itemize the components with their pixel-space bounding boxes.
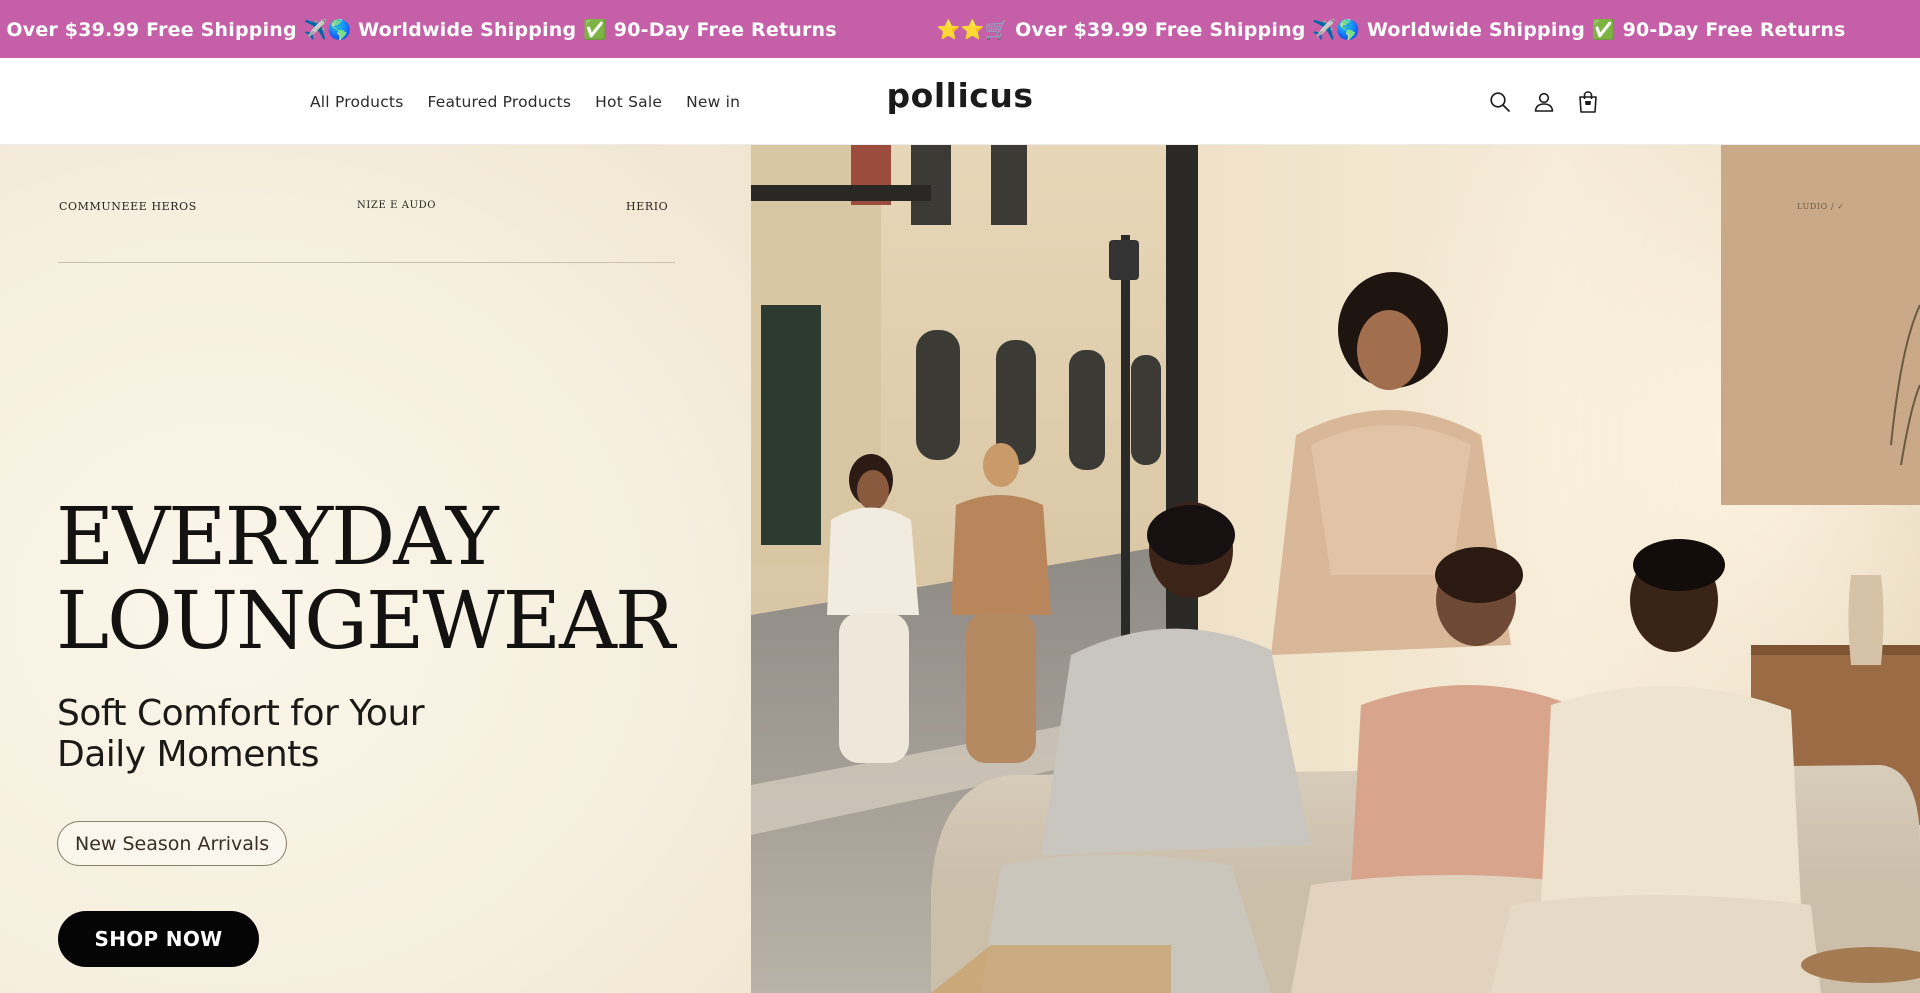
announcement-bar: ⭐⭐🛒 Over $39.99 Free Shipping ✈️🌎 Worldw… [0,0,1920,58]
new-season-tag: New Season Arrivals [57,821,288,866]
account-icon[interactable] [1532,90,1556,114]
announcement-text: ⭐⭐🛒 Over $39.99 Free Shipping ✈️🌎 Worldw… [0,18,837,41]
hero-mini-label: NIZE E AUDO [357,200,437,211]
shop-now-button[interactable]: SHOP NOW [58,911,259,967]
hero-banner: COMMUNEEE HEROS NIZE E AUDO HERIO EVERYD… [0,145,1920,993]
hero-text-panel: COMMUNEEE HEROS NIZE E AUDO HERIO EVERYD… [0,145,751,993]
nav-link-featured-products[interactable]: Featured Products [427,93,571,111]
cart-icon[interactable] [1576,90,1600,114]
announcement-marquee: ⭐⭐🛒 Over $39.99 Free Shipping ✈️🌎 Worldw… [0,0,1920,58]
hero-subtitle: Soft Comfort for Your Daily Moments [57,693,425,775]
hero-title-line: LOUNGEWEAR [56,574,675,667]
hero-title: EVERYDAY LOUNGEWEAR [56,490,675,667]
nav-link-new-in[interactable]: New in [686,93,740,111]
hero-mini-label: COMMUNEEE HEROS [59,200,197,213]
hero-mini-label: HERIO [626,200,669,213]
logo-container: pollicus [0,76,1920,115]
search-icon[interactable] [1488,90,1512,114]
main-nav: All Products Featured Products Hot Sale … [298,58,752,145]
nav-link-hot-sale[interactable]: Hot Sale [595,93,662,111]
site-logo[interactable]: pollicus [887,76,1034,115]
header-icons [1488,58,1600,145]
nav-link-all-products[interactable]: All Products [310,93,403,111]
hero-title-line: EVERYDAY [56,490,499,583]
hero-subtitle-line: Daily Moments [57,734,320,775]
hero-photo [751,145,1920,993]
site-header: All Products Featured Products Hot Sale … [0,58,1920,145]
hero-mini-label: LUDIO / ✓ [1797,202,1845,211]
hero-subtitle-line: Soft Comfort for Your [57,693,425,734]
hero-divider [58,262,675,263]
announcement-text: ⭐⭐🛒 Over $39.99 Free Shipping ✈️🌎 Worldw… [936,18,1846,41]
